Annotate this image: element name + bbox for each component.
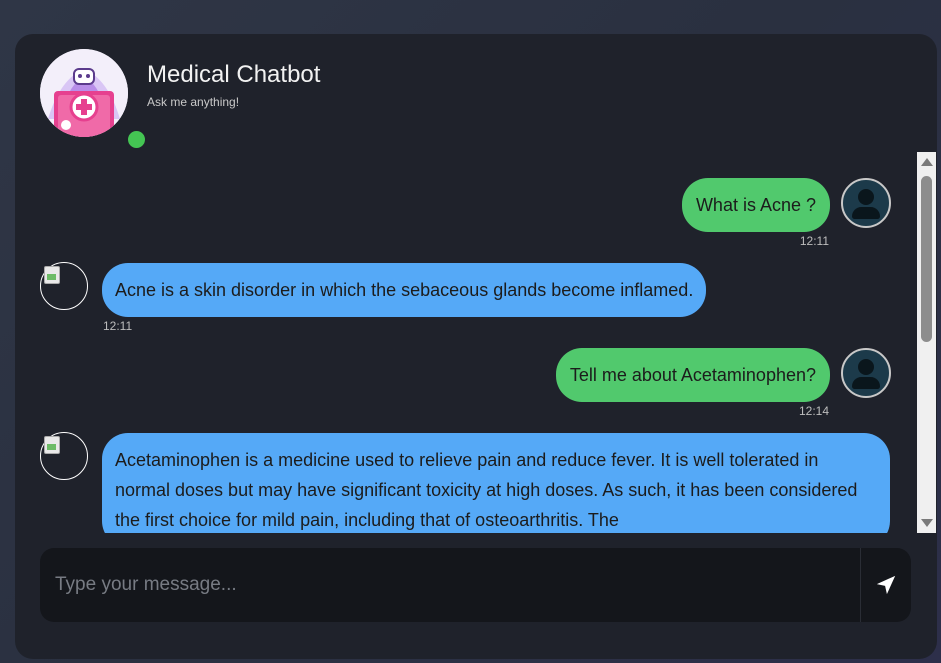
user-avatar-body — [852, 377, 880, 389]
message-list[interactable]: What is Acne ? 12:11 Acne is a skin diso… — [15, 152, 917, 533]
message-input[interactable] — [40, 548, 860, 622]
bot-avatar-broken-image — [40, 432, 88, 480]
chat-header: Medical Chatbot Ask me anything! — [15, 34, 937, 154]
user-avatar-body — [852, 207, 880, 219]
user-avatar-head — [858, 189, 874, 205]
paper-plane-icon — [876, 575, 896, 595]
scrollbar-thumb[interactable] — [921, 176, 932, 342]
robot-doctor-icon — [40, 49, 128, 137]
bot-message: Acetaminophen is a medicine used to reli… — [102, 433, 890, 533]
chat-subtitle: Ask me anything! — [147, 95, 240, 109]
send-button[interactable] — [860, 548, 911, 622]
broken-image-icon — [44, 266, 60, 284]
message-scrollbar[interactable] — [917, 152, 936, 533]
user-avatar-icon — [841, 178, 891, 228]
user-avatar-icon — [841, 348, 891, 398]
user-message: What is Acne ? — [681, 178, 830, 232]
message-time: 12:11 — [799, 234, 829, 248]
message-time: 12:14 — [798, 404, 829, 418]
user-message: Tell me about Acetaminophen? — [555, 348, 830, 402]
chat-title: Medical Chatbot — [147, 61, 321, 88]
chat-window: Medical Chatbot Ask me anything! What is… — [15, 34, 937, 659]
bot-profile-avatar — [40, 49, 147, 150]
message-time: 12:11 — [103, 319, 133, 333]
bot-message: Acne is a skin disorder in which the seb… — [102, 263, 707, 317]
online-status-indicator — [126, 129, 147, 150]
message-composer — [40, 548, 911, 622]
scroll-down-arrow-icon[interactable] — [921, 519, 933, 527]
bot-avatar-broken-image — [40, 262, 88, 310]
user-avatar-head — [858, 359, 874, 375]
broken-image-icon — [44, 436, 60, 454]
scroll-up-arrow-icon[interactable] — [921, 158, 933, 166]
